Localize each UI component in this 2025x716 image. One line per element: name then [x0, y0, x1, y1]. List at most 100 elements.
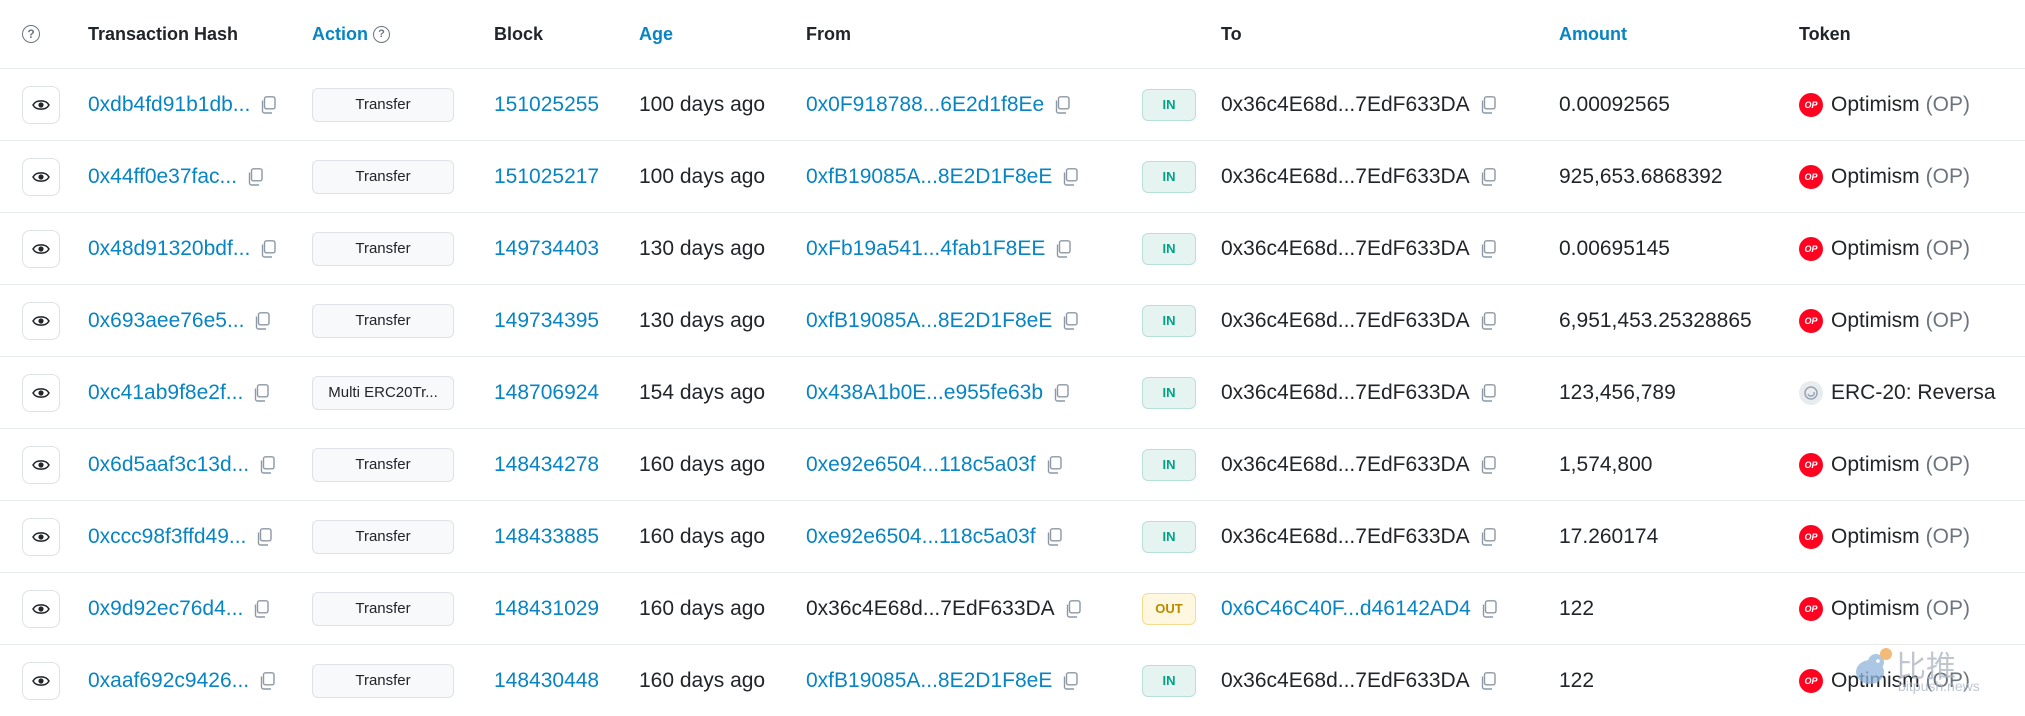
to-address[interactable]: 0x6C46C40F...d46142AD4 — [1221, 597, 1471, 621]
token-name[interactable]: Optimism — [1831, 597, 1920, 621]
from-address[interactable]: 0xfB19085A...8E2D1F8eE — [806, 165, 1052, 189]
action-cell: Transfer — [312, 141, 454, 212]
preview-button[interactable] — [22, 301, 60, 340]
token-cell[interactable]: OP Optimism (OP) — [1799, 69, 1970, 140]
preview-button[interactable] — [22, 229, 60, 268]
question-icon[interactable]: ? — [373, 25, 390, 43]
block-link[interactable]: 148433885 — [494, 525, 599, 549]
token-name[interactable]: Optimism — [1831, 525, 1920, 549]
copy-icon[interactable] — [1065, 599, 1081, 618]
preview-button[interactable] — [22, 517, 60, 556]
copy-icon[interactable] — [1480, 671, 1496, 690]
copy-icon[interactable] — [253, 599, 269, 618]
preview-cell — [22, 213, 60, 284]
block-link[interactable]: 151025217 — [494, 165, 599, 189]
from-address[interactable]: 0xe92e6504...118c5a03f — [806, 453, 1036, 477]
copy-icon[interactable] — [1480, 167, 1496, 186]
from-address[interactable]: 0x438A1b0E...e955fe63b — [806, 381, 1043, 405]
copy-icon[interactable] — [1480, 239, 1496, 258]
preview-button[interactable] — [22, 373, 60, 412]
token-name[interactable]: Optimism — [1831, 669, 1920, 693]
token-name[interactable]: Optimism — [1831, 453, 1920, 477]
preview-button[interactable] — [22, 589, 60, 628]
copy-icon[interactable] — [1062, 167, 1079, 186]
from-address[interactable]: 0x0F918788...6E2d1f8Ee — [806, 93, 1044, 117]
token-name[interactable]: ERC-20: Reversa — [1831, 381, 1996, 405]
token-name[interactable]: Optimism — [1831, 165, 1920, 189]
optimism-logo-icon: OP — [1799, 164, 1823, 189]
token-cell[interactable]: OP Optimism (OP) — [1799, 429, 1970, 500]
table-row: 0xc41ab9f8e2f... Multi ERC20Tr... 148706… — [0, 357, 2025, 429]
copy-icon[interactable] — [1481, 599, 1497, 618]
copy-icon[interactable] — [259, 671, 275, 690]
block-link[interactable]: 148434278 — [494, 453, 599, 477]
to-address: 0x36c4E68d...7EdF633DA — [1221, 524, 1470, 548]
copy-icon[interactable] — [254, 311, 271, 330]
copy-icon[interactable] — [1053, 383, 1069, 402]
copy-icon[interactable] — [1055, 239, 1072, 258]
action-badge: Transfer — [312, 663, 454, 698]
transaction-hash-link[interactable]: 0x6d5aaf3c13d... — [88, 453, 249, 477]
question-icon[interactable]: ? — [22, 25, 40, 43]
transaction-hash-link[interactable]: 0xaaf692c9426... — [88, 669, 249, 693]
token-cell[interactable]: ERC-20: Reversa — [1799, 357, 1996, 428]
copy-icon[interactable] — [1480, 527, 1496, 546]
header-amount[interactable]: Amount — [1559, 0, 1627, 68]
token-cell[interactable]: OP Optimism (OP) — [1799, 573, 1970, 644]
block-link[interactable]: 148430448 — [494, 669, 599, 693]
from-address[interactable]: 0xFb19a541...4fab1F8EE — [806, 237, 1045, 261]
optimism-logo-icon: OP — [1799, 308, 1823, 333]
block-link[interactable]: 149734395 — [494, 309, 599, 333]
copy-icon[interactable] — [1046, 527, 1062, 546]
copy-icon[interactable] — [1480, 311, 1496, 330]
age-cell: 130 days ago — [639, 308, 766, 332]
from-address[interactable]: 0xfB19085A...8E2D1F8eE — [806, 309, 1052, 333]
copy-icon[interactable] — [260, 95, 277, 114]
copy-icon[interactable] — [1062, 671, 1079, 690]
block-link[interactable]: 149734403 — [494, 237, 599, 261]
copy-icon[interactable] — [259, 455, 275, 474]
copy-icon[interactable] — [1480, 383, 1496, 402]
token-cell[interactable]: OP Optimism (OP) — [1799, 141, 1970, 212]
header-action[interactable]: Action ? — [312, 0, 390, 68]
block-link[interactable]: 151025255 — [494, 93, 599, 117]
to-address: 0x36c4E68d...7EdF633DA — [1221, 452, 1470, 476]
transaction-hash-link[interactable]: 0xccc98f3ffd49... — [88, 525, 246, 549]
copy-icon[interactable] — [253, 383, 269, 402]
copy-icon[interactable] — [260, 239, 277, 258]
transaction-hash-link[interactable]: 0x48d91320bdf... — [88, 237, 250, 261]
copy-icon[interactable] — [1062, 311, 1079, 330]
token-cell[interactable]: OP Optimism (OP) — [1799, 213, 1970, 284]
copy-icon[interactable] — [1054, 95, 1070, 114]
transaction-hash-link[interactable]: 0x44ff0e37fac... — [88, 165, 237, 189]
transaction-hash-link[interactable]: 0xdb4fd91b1db... — [88, 93, 250, 117]
header-help[interactable]: ? — [0, 0, 40, 68]
copy-icon[interactable] — [256, 527, 273, 546]
amount-cell: 1,574,800 — [1559, 452, 1653, 476]
action-cell: Transfer — [312, 429, 454, 500]
transaction-hash-link[interactable]: 0xc41ab9f8e2f... — [88, 381, 243, 405]
block-link[interactable]: 148706924 — [494, 381, 599, 405]
token-name[interactable]: Optimism — [1831, 237, 1920, 261]
token-cell[interactable]: OP Optimism (OP) — [1799, 501, 1970, 572]
copy-icon[interactable] — [1480, 95, 1496, 114]
copy-icon[interactable] — [1480, 455, 1496, 474]
token-symbol: (OP) — [1925, 524, 1970, 548]
transaction-hash-link[interactable]: 0x9d92ec76d4... — [88, 597, 243, 621]
from-address[interactable]: 0xe92e6504...118c5a03f — [806, 525, 1036, 549]
preview-button[interactable] — [22, 157, 60, 196]
header-to: To — [1221, 23, 1242, 44]
token-name[interactable]: Optimism — [1831, 93, 1920, 117]
header-age[interactable]: Age — [639, 0, 673, 68]
preview-button[interactable] — [22, 85, 60, 124]
block-link[interactable]: 148431029 — [494, 597, 599, 621]
from-address[interactable]: 0xfB19085A...8E2D1F8eE — [806, 669, 1052, 693]
copy-icon[interactable] — [1046, 455, 1062, 474]
preview-button[interactable] — [22, 661, 60, 700]
transaction-hash-link[interactable]: 0x693aee76e5... — [88, 309, 244, 333]
token-cell[interactable]: OP Optimism (OP) — [1799, 285, 1970, 356]
copy-icon[interactable] — [247, 167, 263, 186]
token-name[interactable]: Optimism — [1831, 309, 1920, 333]
token-cell[interactable]: OP Optimism (OP) — [1799, 645, 1970, 716]
preview-button[interactable] — [22, 445, 60, 484]
